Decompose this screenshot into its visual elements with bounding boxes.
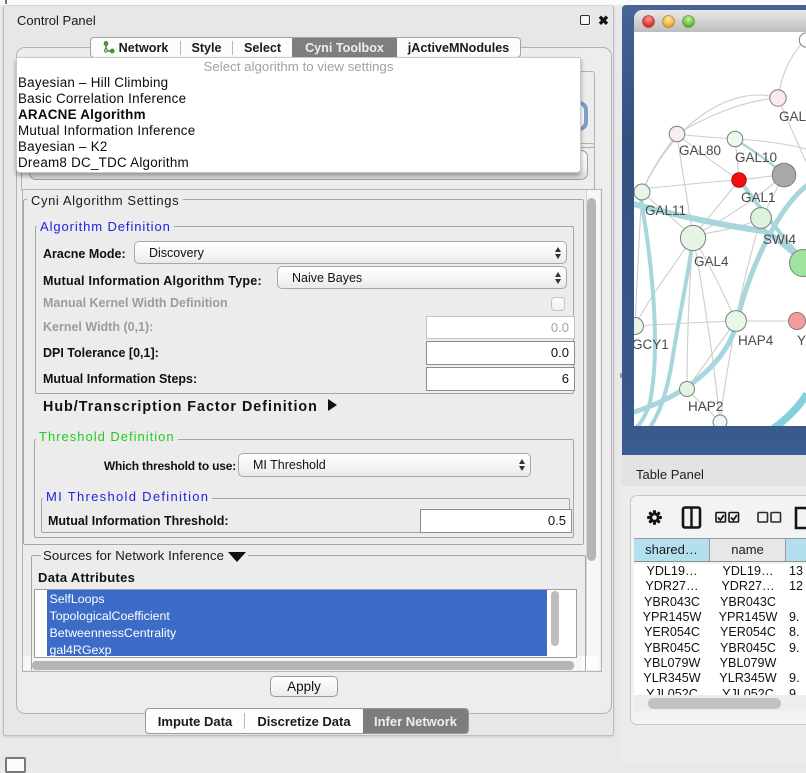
svg-text:SWI4: SWI4	[763, 232, 796, 247]
svg-text:GAL11: GAL11	[645, 203, 686, 218]
svg-text:GAL1: GAL1	[741, 190, 776, 205]
svg-text:Y: Y	[797, 333, 806, 348]
svg-text:GAL10: GAL10	[735, 150, 777, 165]
svg-text:GCY1: GCY1	[634, 337, 669, 352]
svg-text:GAL4: GAL4	[694, 254, 729, 269]
svg-text:GAL7: GAL7	[779, 109, 806, 124]
svg-text:HAP4: HAP4	[738, 333, 774, 348]
svg-text:HAP2: HAP2	[688, 399, 723, 414]
svg-text:GAL80: GAL80	[679, 143, 721, 158]
